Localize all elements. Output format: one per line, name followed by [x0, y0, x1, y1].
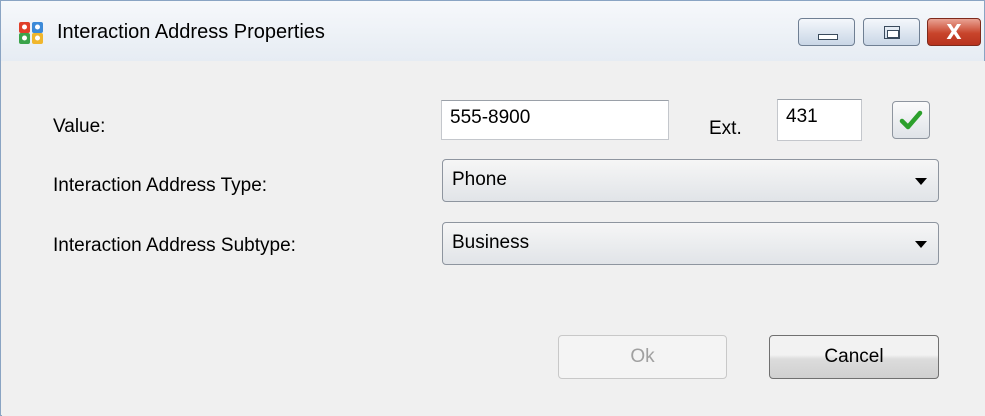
- minimize-icon: [818, 34, 838, 40]
- address-subtype-dropdown[interactable]: Business: [442, 222, 939, 265]
- cancel-button[interactable]: Cancel: [769, 335, 939, 379]
- title-bar[interactable]: Interaction Address Properties X: [1, 1, 984, 61]
- checkmark-icon: [899, 108, 923, 137]
- address-subtype-label: Interaction Address Subtype:: [53, 235, 296, 256]
- dropdown-arrow-icon: [915, 241, 927, 248]
- ok-button[interactable]: Ok: [558, 335, 727, 379]
- minimize-button[interactable]: [798, 18, 855, 46]
- ext-label: Ext.: [709, 118, 742, 139]
- maximize-button[interactable]: [863, 18, 920, 46]
- address-type-label: Interaction Address Type:: [53, 175, 268, 196]
- validate-button[interactable]: [892, 101, 930, 139]
- maximize-icon: [884, 26, 900, 39]
- value-label: Value:: [53, 116, 106, 137]
- dropdown-arrow-icon: [915, 178, 927, 185]
- value-input[interactable]: 555-8900: [441, 100, 669, 140]
- close-icon: X: [946, 20, 962, 44]
- address-subtype-value: Business: [452, 232, 530, 253]
- address-book-icon: [18, 19, 45, 46]
- address-type-value: Phone: [452, 169, 507, 190]
- address-type-dropdown[interactable]: Phone: [442, 159, 939, 202]
- close-button[interactable]: X: [927, 18, 981, 46]
- ext-input[interactable]: 431: [777, 99, 862, 141]
- dialog-window: Interaction Address Properties X Value: …: [0, 0, 985, 416]
- window-title: Interaction Address Properties: [57, 21, 325, 43]
